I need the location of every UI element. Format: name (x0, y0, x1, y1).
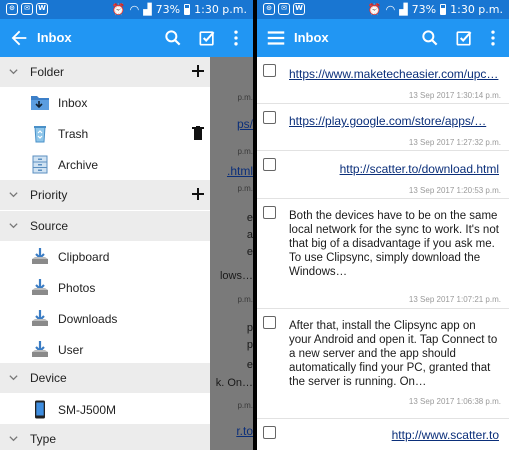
battery-icon (184, 4, 191, 15)
item-timestamp: 13 Sep 2017 1:07:21 p.m. (408, 295, 501, 304)
item-checkbox[interactable] (263, 316, 276, 329)
notification-icon: ✉ (278, 3, 290, 15)
item-checkbox[interactable] (263, 158, 276, 171)
item-text[interactable]: After that, install the Clipsync app on … (289, 319, 499, 389)
wifi-icon: ◠ (385, 3, 396, 16)
list-item[interactable]: http://www.scatter.to (257, 419, 509, 450)
more-vert-icon[interactable] (483, 28, 503, 48)
notification-icon: ✉ (21, 3, 33, 15)
wifi-icon: ◠ (129, 3, 140, 16)
item-checkbox[interactable] (263, 206, 276, 219)
item-text[interactable]: https://www.maketecheasier.com/upc… (289, 67, 499, 81)
recycle-bin-icon (34, 126, 46, 143)
archive-cabinet-icon (32, 155, 48, 174)
item-timestamp: 13 Sep 2017 1:30:14 p.m. (408, 91, 501, 100)
search-icon[interactable] (420, 28, 440, 48)
battery-percent: 73% (155, 3, 181, 16)
add-folder-icon[interactable] (190, 63, 206, 79)
download-tray-icon (32, 248, 48, 264)
back-arrow-icon[interactable] (8, 27, 30, 49)
item-timestamp: 13 Sep 2017 1:27:32 p.m. (408, 138, 501, 147)
content-scrim[interactable]: p.m. ps/ p.m. .html p.m. e a e lows… p.m… (210, 57, 253, 450)
chevron-down-icon (9, 69, 18, 75)
section-source[interactable]: Source (0, 211, 210, 241)
left-screen: ⊙ ✉ W ⏰ ◠ ▟ 73% 1:30 p.m. Inbox p.m. ps/ p… (0, 0, 253, 450)
item-checkbox[interactable] (263, 64, 276, 77)
select-checkbox-icon[interactable] (197, 28, 217, 48)
delete-icon[interactable] (192, 126, 204, 140)
section-folder[interactable]: Folder (0, 57, 210, 87)
download-tray-icon (32, 341, 48, 357)
drawer-item-downloads[interactable]: Downloads (0, 303, 210, 334)
drawer-item-inbox[interactable]: Inbox (0, 87, 210, 118)
item-text[interactable]: http://www.scatter.to (289, 428, 499, 442)
page-title: Inbox (294, 30, 329, 45)
battery-percent: 73% (411, 3, 437, 16)
download-tray-icon (32, 279, 48, 295)
more-vert-icon[interactable] (226, 28, 246, 48)
drawer-item-clipboard[interactable]: Clipboard (0, 241, 210, 272)
chevron-down-icon (9, 436, 18, 442)
notification-icon: ⊙ (263, 3, 275, 15)
chevron-down-icon (9, 375, 18, 381)
status-bar: ⊙ ✉ W ⏰ ◠ ▟ 73% 1:30 p.m. (0, 0, 253, 19)
item-timestamp: 13 Sep 2017 1:06:38 p.m. (408, 397, 501, 406)
list-item[interactable]: https://www.maketecheasier.com/upc… 13 S… (257, 57, 509, 104)
section-priority[interactable]: Priority (0, 180, 210, 210)
drawer-item-photos[interactable]: Photos (0, 272, 210, 303)
section-device[interactable]: Device (0, 363, 210, 393)
add-priority-icon[interactable] (190, 186, 206, 202)
search-icon[interactable] (163, 28, 183, 48)
section-type[interactable]: Type (0, 424, 210, 450)
smartphone-icon (35, 400, 45, 419)
list-item[interactable]: Both the devices have to be on the same … (257, 199, 509, 309)
clip-list: https://www.maketecheasier.com/upc… 13 S… (257, 57, 509, 450)
select-checkbox-icon[interactable] (454, 28, 474, 48)
app-bar: Inbox (257, 19, 509, 57)
clock: 1:30 p.m. (450, 3, 503, 16)
download-tray-icon (32, 310, 48, 326)
app-bar: Inbox (0, 19, 253, 57)
notification-icon: ⊙ (6, 3, 18, 15)
drawer-item-device[interactable]: SM-J500M (0, 394, 210, 425)
item-text[interactable]: Both the devices have to be on the same … (289, 209, 499, 279)
page-title: Inbox (37, 30, 72, 45)
notification-icon: W (293, 3, 305, 15)
drawer-item-trash[interactable]: Trash (0, 118, 210, 149)
item-timestamp: 13 Sep 2017 1:20:53 p.m. (408, 186, 501, 195)
right-screen: ⊙ ✉ W ⏰ ◠ ▟ 73% 1:30 p.m. Inbox https://ww… (257, 0, 509, 450)
alarm-icon: ⏰ (111, 3, 126, 16)
item-checkbox[interactable] (263, 426, 276, 439)
item-text[interactable]: http://scatter.to/download.html (289, 162, 499, 176)
notification-icon: W (36, 3, 48, 15)
status-bar: ⊙ ✉ W ⏰ ◠ ▟ 73% 1:30 p.m. (257, 0, 509, 19)
list-item[interactable]: After that, install the Clipsync app on … (257, 309, 509, 419)
battery-icon (440, 4, 447, 15)
navigation-drawer: Folder Inbox Trash Archive Priority Sour… (0, 57, 210, 450)
clock: 1:30 p.m. (194, 3, 247, 16)
alarm-icon: ⏰ (367, 3, 382, 16)
signal-icon: ▟ (399, 3, 408, 16)
signal-icon: ▟ (143, 3, 152, 16)
list-item[interactable]: https://play.google.com/store/apps/… 13 … (257, 104, 509, 151)
item-text[interactable]: https://play.google.com/store/apps/… (289, 114, 499, 128)
drawer-item-archive[interactable]: Archive (0, 149, 210, 180)
item-checkbox[interactable] (263, 111, 276, 124)
chevron-down-icon (9, 192, 18, 198)
inbox-folder-icon (31, 96, 49, 110)
drawer-item-user[interactable]: User (0, 334, 210, 365)
chevron-down-icon (9, 223, 18, 229)
hamburger-menu-icon[interactable] (265, 27, 287, 49)
list-item[interactable]: http://scatter.to/download.html 13 Sep 2… (257, 151, 509, 199)
